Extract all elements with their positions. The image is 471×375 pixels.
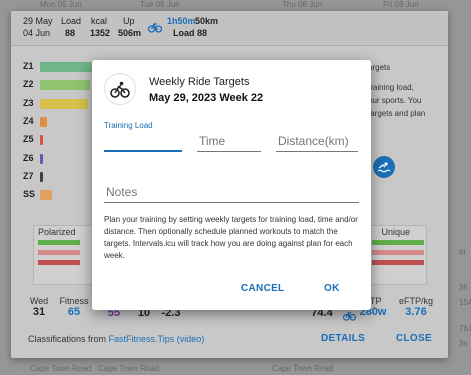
ride-load: Load 88 [173, 28, 208, 38]
details-button[interactable]: DETAILS [321, 333, 365, 344]
ok-button[interactable]: OK [324, 283, 340, 294]
kcal-value: 1352 [90, 28, 111, 38]
up-value: 506m [118, 28, 142, 38]
training-load-underline [104, 150, 182, 152]
zone-bar [40, 98, 89, 109]
notes-input[interactable] [104, 180, 363, 204]
ride-distance: 50km [195, 16, 219, 26]
distance-input[interactable] [276, 130, 362, 152]
zone-bar [40, 62, 93, 72]
cancel-button[interactable]: CANCEL [241, 283, 284, 294]
side-text-line: training load, [368, 83, 414, 92]
up-label: Up [123, 16, 135, 26]
training-load-label: Training Load [104, 121, 153, 130]
zone-label: Z2 [23, 79, 34, 90]
unique-bar [372, 260, 424, 265]
metric-eftp-kg: eFTP/kg 3.76 [398, 296, 433, 318]
dialog-description: Plan your training by setting weekly tar… [104, 215, 358, 260]
zone-label: Z7 [23, 170, 34, 181]
polarized-label: Polarized [38, 227, 76, 237]
metric-day: Wed 31 [29, 296, 49, 318]
side-text-line: argets [368, 63, 391, 72]
time-input[interactable] [197, 130, 265, 152]
zone-bar [40, 80, 90, 91]
metric-fitness: Fitness 65 [59, 296, 89, 318]
training-load-input[interactable] [104, 132, 186, 152]
close-button[interactable]: CLOSE [396, 333, 432, 344]
bike-avatar-icon [104, 73, 136, 105]
load-label: Load [61, 16, 82, 26]
polarized-bar [38, 260, 80, 265]
week-start-date: 29 May [23, 16, 53, 26]
kcal-label: kcal [91, 16, 108, 26]
swim-icon[interactable] [373, 156, 395, 178]
zone-bar [40, 153, 43, 164]
zone-label: Z6 [23, 152, 34, 163]
unique-label: Unique [381, 227, 410, 237]
time-underline [197, 151, 261, 152]
weekly-targets-dialog: Weekly Ride Targets May 29, 2023 Week 22… [92, 60, 371, 310]
bike-icon [147, 20, 163, 38]
zone-label: Z1 [23, 61, 34, 71]
zone-bar [40, 116, 47, 127]
side-text-line: our sports. You [368, 96, 422, 105]
zone-label: Z4 [23, 115, 34, 126]
ride-time: 1h50m [167, 16, 196, 26]
zone-label: SS [23, 189, 36, 200]
fastfitness-link[interactable]: FastFitness.Tips [109, 334, 175, 344]
zone-label: Z3 [23, 97, 34, 108]
classifications-text: Classifications from FastFitness.Tips (v… [28, 334, 205, 344]
polarized-bar [38, 250, 80, 255]
unique-bar [372, 250, 424, 255]
side-text-line: targets and plan [368, 109, 426, 118]
week-summary-bar: 29 May 04 Jun Load 88 kcal 1352 Up 506m … [11, 11, 448, 46]
load-value: 88 [65, 28, 76, 38]
zone-bar [40, 190, 53, 201]
zone-bar [40, 171, 43, 182]
bike-icon [342, 308, 357, 326]
zone-label: Z5 [23, 134, 34, 145]
notes-underline [104, 202, 359, 203]
video-link[interactable]: (video) [177, 334, 205, 344]
dialog-title: Weekly Ride Targets [149, 76, 250, 88]
unique-bar [372, 240, 424, 245]
dialog-subtitle: May 29, 2023 Week 22 [149, 92, 264, 104]
polarized-bar [38, 240, 80, 245]
distance-underline [276, 151, 358, 152]
zone-bar [40, 135, 43, 146]
week-end-date: 04 Jun [23, 28, 51, 38]
